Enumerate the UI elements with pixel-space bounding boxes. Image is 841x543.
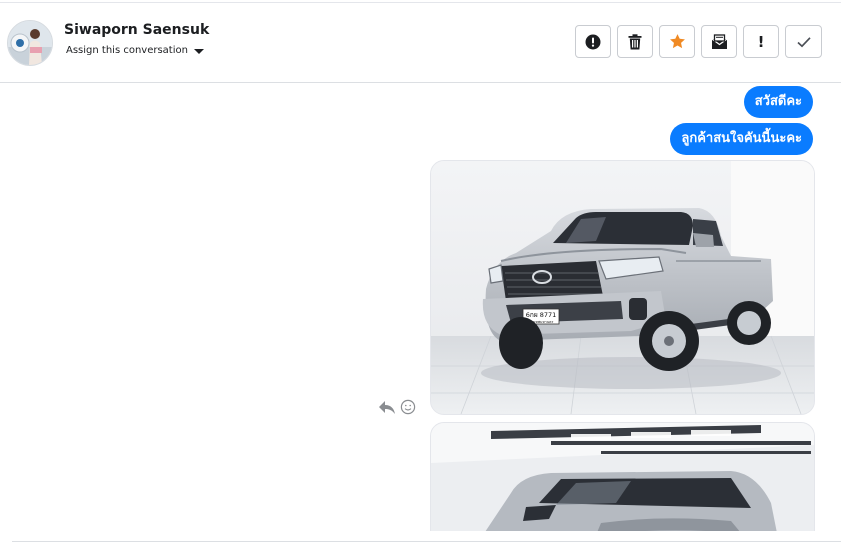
bottom-divider: [12, 541, 841, 542]
mark-important-button[interactable]: !: [743, 25, 779, 58]
report-spam-button[interactable]: [575, 25, 611, 58]
image-attachment[interactable]: [430, 422, 815, 531]
avatar-photo: [8, 21, 52, 65]
silver-pickup-truck-photo: [431, 423, 814, 531]
smiley-icon[interactable]: [400, 399, 416, 415]
alert-circle-icon: [585, 34, 601, 49]
image-attachment[interactable]: 6กผ 8771 กรุงเทพมหานคร: [430, 160, 815, 415]
delete-button[interactable]: [617, 25, 653, 58]
envelope-icon: [711, 33, 727, 49]
conversation-toolbar: !: [575, 25, 822, 58]
message-bubble[interactable]: สวัสดีคะ: [743, 86, 813, 118]
check-icon: [796, 36, 811, 47]
conversation-header: Siwaporn Saensuk Assign this conversatio…: [0, 3, 841, 83]
assign-label: Assign this conversation: [66, 45, 188, 56]
message-thread[interactable]: สวัสดีคะ ลูกค้าสนใจคันนี้นะคะ 6กผ 8771 ก…: [0, 83, 841, 531]
silver-pickup-truck-photo: 6กผ 8771 กรุงเทพมหานคร: [431, 161, 814, 414]
license-plate-top: 6กผ 8771: [526, 311, 557, 319]
star-button[interactable]: [659, 25, 695, 58]
exclamation-icon: !: [757, 32, 765, 51]
message-actions: [378, 399, 416, 415]
caret-down-icon: [193, 49, 204, 54]
assign-conversation-dropdown[interactable]: Assign this conversation: [66, 45, 204, 56]
avatar[interactable]: [7, 20, 53, 66]
mark-done-button[interactable]: [785, 25, 822, 58]
trash-icon: [628, 33, 642, 49]
star-icon: [669, 34, 685, 49]
reply-icon[interactable]: [378, 399, 396, 415]
mark-unread-button[interactable]: [701, 25, 737, 58]
contact-name: Siwaporn Saensuk: [64, 22, 210, 38]
message-bubble[interactable]: ลูกค้าสนใจคันนี้นะคะ: [670, 123, 813, 155]
